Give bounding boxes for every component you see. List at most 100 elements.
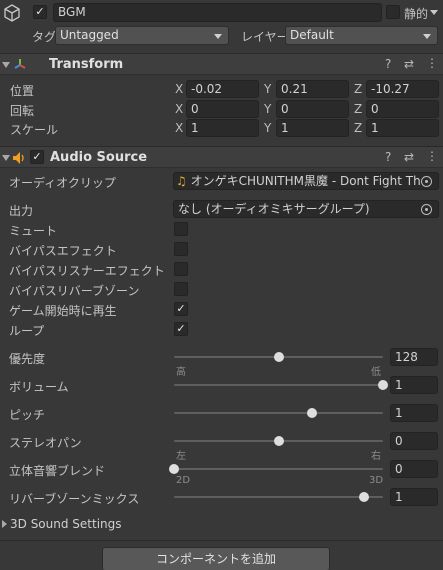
- foldout-arrow-icon[interactable]: [2, 62, 10, 68]
- spatial-blend-field[interactable]: 0: [390, 460, 438, 478]
- loop-checkbox[interactable]: ✓: [174, 322, 188, 336]
- help-icon[interactable]: ?: [385, 150, 391, 164]
- chevron-down-icon: [214, 34, 222, 39]
- static-label: 静的: [404, 7, 429, 21]
- rotation-y-field[interactable]: 0: [276, 100, 349, 118]
- music-note-icon: ♫: [176, 174, 187, 188]
- spatial-blend-label: 立体音響ブレンド: [9, 464, 106, 478]
- bypass-listener-effects-checkbox[interactable]: [174, 262, 188, 276]
- layer-dropdown[interactable]: Default: [285, 26, 438, 45]
- stereo-pan-left-tick: 左: [176, 451, 186, 462]
- position-label: 位置: [10, 84, 35, 98]
- reverb-zone-mix-field[interactable]: 1: [390, 488, 438, 506]
- volume-field[interactable]: 1: [390, 376, 438, 394]
- spatial-blend-slider-knob[interactable]: [169, 464, 179, 474]
- pitch-label: ピッチ: [9, 408, 46, 422]
- help-icon[interactable]: ?: [385, 57, 391, 71]
- output-label: 出力: [9, 204, 34, 218]
- bypass-effects-checkbox[interactable]: [174, 242, 188, 256]
- priority-high-tick: 高: [176, 367, 186, 378]
- play-on-awake-label: ゲーム開始時に再生: [9, 304, 117, 318]
- reverb-zone-mix-slider-knob[interactable]: [359, 492, 370, 502]
- transform-icon: [12, 57, 28, 73]
- pitch-slider-track[interactable]: [174, 412, 383, 414]
- object-picker-icon[interactable]: [421, 204, 432, 215]
- chevron-down-icon: [423, 34, 431, 39]
- sound-settings-foldout-arrow-icon[interactable]: [2, 520, 7, 528]
- reverb-zone-mix-slider-track[interactable]: [174, 496, 383, 498]
- bypass-listener-effects-label: バイパスリスナーエフェクト: [9, 264, 165, 278]
- gameobject-active-checkbox[interactable]: ✓: [33, 5, 47, 19]
- tag-label: タグ: [32, 30, 57, 44]
- play-on-awake-checkbox[interactable]: ✓: [174, 302, 188, 316]
- scale-x-field[interactable]: 1: [186, 119, 259, 137]
- static-checkbox[interactable]: [386, 5, 400, 19]
- loop-label: ループ: [9, 324, 45, 338]
- volume-slider-track[interactable]: [174, 384, 383, 386]
- bypass-reverb-zones-checkbox[interactable]: [174, 282, 188, 296]
- rotation-x-axis-label[interactable]: X: [175, 102, 183, 116]
- foldout-arrow-icon[interactable]: [2, 155, 10, 161]
- audio-source-enabled-checkbox[interactable]: ✓: [30, 150, 44, 164]
- pitch-slider-knob[interactable]: [306, 408, 317, 418]
- audio-clip-field[interactable]: ♫ オンゲキCHUNITHM黒魔 - Dont Fight The: [173, 172, 439, 190]
- position-z-axis-label[interactable]: Z: [354, 82, 362, 96]
- layer-label: レイヤー: [241, 30, 289, 44]
- mute-label: ミュート: [9, 224, 58, 238]
- audio-source-header[interactable]: ✓ Audio Source ? ⇄ ⋮: [0, 146, 443, 168]
- stereo-pan-label: ステレオパン: [9, 436, 82, 450]
- divider: [0, 540, 443, 541]
- scale-z-field[interactable]: 1: [366, 119, 439, 137]
- position-y-field[interactable]: 0.21: [276, 80, 349, 98]
- bypass-reverb-zones-label: バイパスリバーブゾーン: [9, 284, 140, 298]
- preset-settings-icon[interactable]: ⇄: [404, 150, 414, 164]
- add-component-button[interactable]: コンポーネントを追加: [102, 547, 330, 570]
- speaker-icon: [12, 151, 28, 165]
- sound-settings-foldout[interactable]: 3D Sound Settings: [10, 517, 122, 531]
- stereo-pan-slider-knob[interactable]: [273, 436, 284, 446]
- volume-slider-knob[interactable]: [378, 380, 388, 390]
- bypass-effects-label: バイパスエフェクト: [9, 244, 117, 258]
- scale-label: スケール: [10, 123, 59, 137]
- object-picker-icon[interactable]: [421, 176, 432, 187]
- scale-y-field[interactable]: 1: [276, 119, 349, 137]
- volume-label: ボリューム: [9, 380, 69, 394]
- rotation-z-axis-label[interactable]: Z: [354, 102, 362, 116]
- tag-dropdown[interactable]: Untagged: [55, 26, 229, 45]
- audio-source-title: Audio Source: [50, 150, 148, 165]
- priority-slider-knob[interactable]: [273, 352, 284, 362]
- position-x-axis-label[interactable]: X: [175, 82, 183, 96]
- scale-z-axis-label[interactable]: Z: [354, 121, 362, 135]
- mute-checkbox[interactable]: [174, 222, 188, 236]
- spatial-blend-3d-tick: 3D: [369, 475, 384, 486]
- rotation-label: 回転: [10, 104, 35, 118]
- audio-clip-value: オンゲキCHUNITHM黒魔 - Dont Fight The: [190, 174, 429, 188]
- position-z-field[interactable]: -10.27: [366, 80, 439, 98]
- static-dropdown-arrow-icon[interactable]: [430, 10, 438, 15]
- output-value: なし (オーディオミキサーグループ): [178, 202, 370, 216]
- scale-y-axis-label[interactable]: Y: [264, 121, 271, 135]
- priority-low-tick: 低: [371, 367, 381, 378]
- context-menu-icon[interactable]: ⋮: [426, 56, 438, 70]
- audio-clip-label: オーディオクリップ: [9, 176, 116, 190]
- transform-title: Transform: [49, 57, 124, 72]
- output-field[interactable]: なし (オーディオミキサーグループ): [173, 200, 439, 218]
- reverb-zone-mix-label: リバーブゾーンミックス: [9, 492, 140, 506]
- scale-x-axis-label[interactable]: X: [175, 121, 183, 135]
- priority-label: 優先度: [9, 352, 46, 366]
- rotation-x-field[interactable]: 0: [186, 100, 259, 118]
- priority-field[interactable]: 128: [390, 348, 438, 366]
- stereo-pan-field[interactable]: 0: [390, 432, 438, 450]
- transform-header[interactable]: Transform ? ⇄ ⋮: [0, 53, 443, 75]
- pitch-field[interactable]: 1: [390, 404, 438, 422]
- rotation-z-field[interactable]: 0: [366, 100, 439, 118]
- position-y-axis-label[interactable]: Y: [264, 82, 271, 96]
- preset-settings-icon[interactable]: ⇄: [404, 57, 414, 71]
- gameobject-name-field[interactable]: BGM: [53, 3, 382, 22]
- spatial-blend-2d-tick: 2D: [176, 475, 191, 486]
- spatial-blend-slider-track[interactable]: [174, 468, 383, 470]
- rotation-y-axis-label[interactable]: Y: [264, 102, 271, 116]
- context-menu-icon[interactable]: ⋮: [426, 149, 438, 163]
- position-x-field[interactable]: -0.02: [186, 80, 259, 98]
- layer-dropdown-value: Default: [290, 28, 334, 42]
